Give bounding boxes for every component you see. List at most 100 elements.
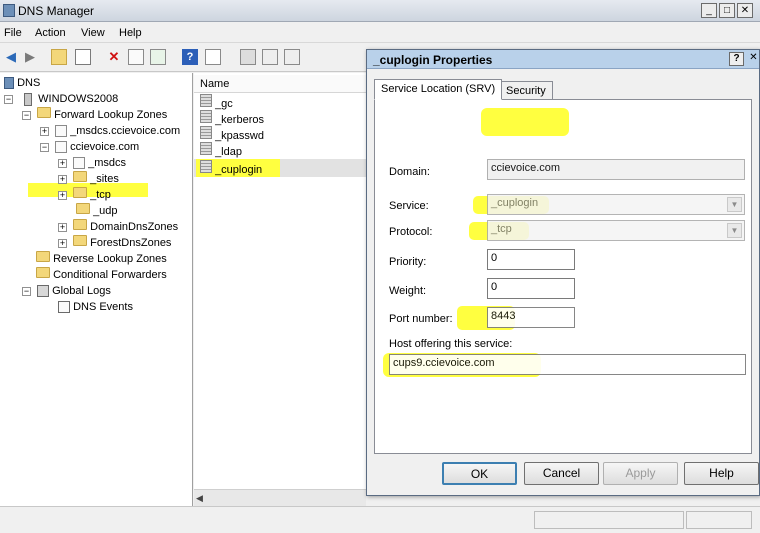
priority-label: Priority: <box>389 256 427 268</box>
host-field[interactable]: cups9.ccievoice.com <box>389 354 746 375</box>
status-pane <box>686 511 752 529</box>
help-button[interactable]: Help <box>684 462 759 485</box>
collapse-icon[interactable]: − <box>22 111 31 120</box>
record-icon <box>200 110 212 123</box>
server-icon <box>24 92 33 106</box>
dialog-help-button[interactable]: ? <box>729 52 744 66</box>
status-bar <box>0 506 760 533</box>
tree-node-reverse-zones[interactable]: Reverse Lookup Zones <box>36 251 167 267</box>
properties-dialog: _cuplogin Properties ? ✕ Service Locatio… <box>366 49 760 496</box>
tab-service-location[interactable]: Service Location (SRV) <box>374 79 503 100</box>
dialog-title: _cuplogin Properties <box>373 53 493 67</box>
folder-icon <box>76 203 90 214</box>
list-item-selected[interactable]: _cuplogin <box>200 160 262 176</box>
record-icon[interactable] <box>262 49 278 65</box>
help-icon[interactable]: ? <box>182 49 198 65</box>
maximize-button[interactable]: □ <box>719 3 735 18</box>
forward-icon[interactable]: ▶ <box>22 49 38 65</box>
column-header-name[interactable]: Name <box>194 75 366 93</box>
list-item[interactable]: _gc <box>200 94 233 110</box>
copy-icon[interactable] <box>284 49 300 65</box>
minimize-button[interactable]: _ <box>701 3 717 18</box>
protocol-label: Protocol: <box>389 226 433 238</box>
up-folder-icon[interactable] <box>51 49 67 65</box>
menu-view[interactable]: View <box>81 27 105 39</box>
folder-icon <box>73 235 88 246</box>
service-combobox[interactable]: _cuplogin ▼ <box>487 194 745 215</box>
show-tree-icon[interactable] <box>75 49 91 65</box>
folder-icon <box>73 187 88 198</box>
tree-node-zone[interactable]: − ccievoice.com <box>40 139 139 155</box>
apply-button[interactable]: Apply <box>603 462 678 485</box>
chevron-down-icon[interactable]: ▼ <box>727 197 742 212</box>
folder-icon <box>36 251 50 262</box>
status-pane <box>534 511 684 529</box>
chevron-down-icon[interactable]: ▼ <box>727 223 742 238</box>
tree-node-msdcs[interactable]: + _msdcs <box>58 155 126 171</box>
tree-node-dns-events[interactable]: DNS Events <box>58 299 133 315</box>
cancel-button[interactable]: Cancel <box>524 462 599 485</box>
horizontal-scrollbar[interactable]: ◀ <box>194 489 366 506</box>
tab-security[interactable]: Security <box>499 81 553 101</box>
dns-icon <box>4 77 14 90</box>
tree-node-domaindnszones[interactable]: + DomainDnsZones <box>58 219 178 235</box>
dialog-close-button[interactable]: ✕ <box>747 52 760 66</box>
zone-icon <box>55 125 68 138</box>
tree-node-global-logs[interactable]: − Global Logs <box>22 283 111 299</box>
tree-node-sites[interactable]: + _sites <box>58 171 119 187</box>
expand-icon[interactable]: + <box>58 175 67 184</box>
collapse-icon[interactable]: − <box>40 143 49 152</box>
tree-node-forward-zones[interactable]: − Forward Lookup Zones <box>22 107 167 123</box>
results-pane: Name _gc _kerberos _kpasswd _ldap _cuplo… <box>194 73 366 506</box>
close-button[interactable]: ✕ <box>737 3 753 18</box>
properties-icon[interactable] <box>128 49 144 65</box>
tree-node-server[interactable]: − WINDOWS2008 <box>4 91 118 107</box>
host-label: Host offering this service: <box>389 338 513 350</box>
folder-icon <box>73 219 88 230</box>
expand-icon[interactable]: + <box>58 159 67 168</box>
expand-icon[interactable]: + <box>58 223 67 232</box>
expand-icon[interactable]: + <box>58 239 67 248</box>
app-title: DNS Manager <box>18 4 95 18</box>
dns-app-icon <box>3 4 15 17</box>
tree-node-dns[interactable]: DNS <box>4 75 40 91</box>
tree-node-msdcs-zone[interactable]: + _msdcs.ccievoice.com <box>40 123 180 139</box>
weight-label: Weight: <box>389 285 427 297</box>
collapse-icon[interactable]: − <box>22 287 31 296</box>
domain-label: Domain: <box>389 166 430 178</box>
delete-icon[interactable]: ✕ <box>106 49 122 65</box>
record-icon <box>200 126 212 139</box>
zone-icon[interactable] <box>205 49 221 65</box>
tree-node-tcp[interactable]: + _tcp <box>58 187 111 203</box>
srv-tab-panel: Domain: ccievoice.com Service: _cuplogin… <box>374 99 752 454</box>
expand-icon[interactable]: + <box>58 191 67 200</box>
list-item[interactable]: _kpasswd <box>200 126 264 142</box>
log-icon <box>37 285 50 298</box>
back-icon[interactable]: ◀ <box>3 49 19 65</box>
tree-node-udp[interactable]: _udp <box>76 203 118 219</box>
priority-field[interactable]: 0 <box>487 249 575 270</box>
expand-icon[interactable]: + <box>40 127 49 136</box>
list-item[interactable]: _ldap <box>200 142 242 158</box>
protocol-combobox[interactable]: _tcp ▼ <box>487 220 745 241</box>
export-icon[interactable] <box>150 49 166 65</box>
list-item[interactable]: _kerberos <box>200 110 264 126</box>
event-log-icon <box>58 301 70 314</box>
ok-button[interactable]: OK <box>442 462 517 485</box>
record-icon <box>200 160 212 173</box>
zone-icon <box>55 141 68 154</box>
menu-help[interactable]: Help <box>119 27 142 39</box>
weight-field[interactable]: 0 <box>487 278 575 299</box>
collapse-icon[interactable]: − <box>4 95 13 104</box>
tree-node-forestdnszones[interactable]: + ForestDnsZones <box>58 235 171 251</box>
menu-file[interactable]: File <box>4 27 22 39</box>
zone-icon <box>73 157 86 170</box>
tree-node-conditional-forwarders[interactable]: Conditional Forwarders <box>36 267 167 283</box>
server-icon[interactable] <box>240 49 256 65</box>
menu-action[interactable]: Action <box>35 27 66 39</box>
scroll-left-icon[interactable]: ◀ <box>196 493 203 504</box>
record-icon <box>200 142 212 155</box>
folder-icon <box>73 171 88 182</box>
port-field[interactable]: 8443 <box>487 307 575 328</box>
app-titlebar: DNS Manager _ □ ✕ <box>0 0 760 22</box>
